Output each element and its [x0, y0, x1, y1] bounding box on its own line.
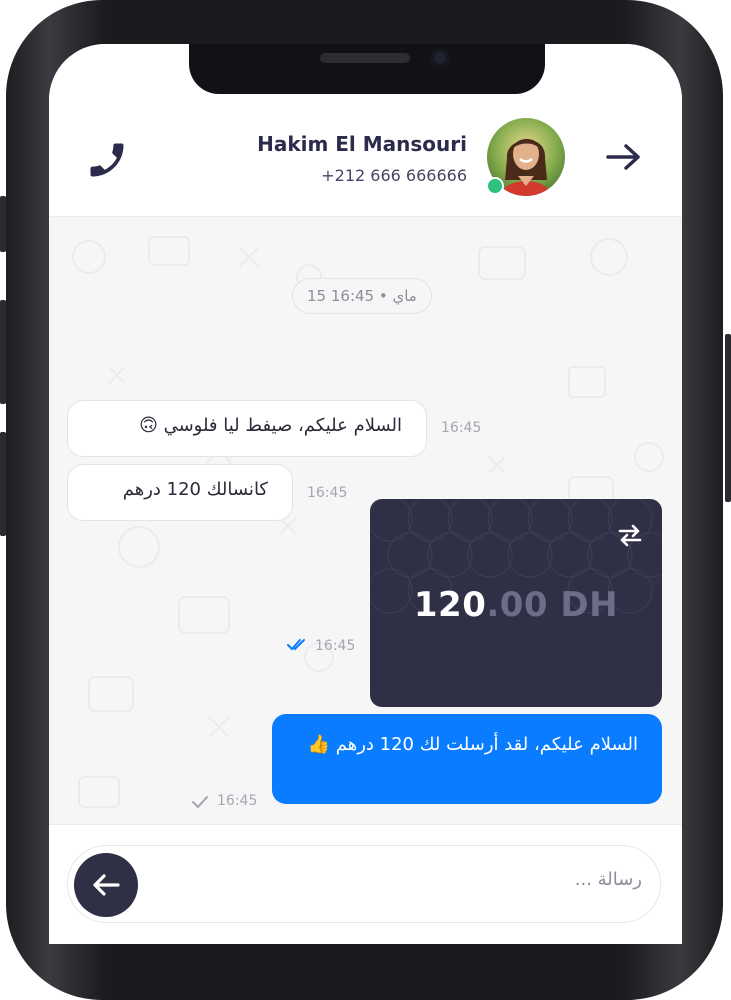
front-camera [430, 48, 450, 68]
send-button[interactable] [74, 853, 138, 917]
volume-up-button [0, 300, 6, 404]
message-input[interactable] [67, 845, 661, 923]
mute-switch [0, 196, 6, 252]
phone-screen: Hakim El Mansouri +212 666 666666 15 ماي… [49, 44, 682, 944]
arrow-right-icon[interactable] [604, 141, 644, 173]
message-time: 16:45 [441, 420, 482, 436]
money-transfer-card[interactable]: 120.00 DH [370, 499, 662, 707]
phone-notch [189, 44, 545, 94]
contact-name: Hakim El Mansouri [257, 132, 467, 156]
message-text: السلام عليكم، صيفط ليا فلوسي 🙃 [139, 415, 402, 436]
transfer-arrows-icon [618, 524, 642, 547]
message-text: كانسالك 120 درهم [122, 479, 268, 500]
message-time: 16:45 [307, 485, 348, 501]
volume-down-button [0, 432, 6, 536]
date-separator: 15 ماي • 16:45 [292, 278, 432, 314]
transfer-amount: 120.00 DH [370, 585, 662, 625]
message-list[interactable]: 15 ماي • 16:45 السلام عليكم، صيفط ليا فل… [49, 217, 682, 824]
outgoing-message-bubble[interactable]: السلام عليكم، لقد أرسلت لك 120 درهم 👍 [272, 714, 662, 804]
double-check-icon [287, 639, 305, 651]
speaker-grille [320, 53, 410, 63]
message-time: 16:45 [315, 638, 356, 654]
amount-decimals: .00 DH [486, 585, 619, 625]
phone-icon[interactable] [85, 138, 129, 182]
contact-phone: +212 666 666666 [321, 166, 467, 185]
message-time: 16:45 [217, 793, 258, 809]
incoming-message-bubble[interactable]: كانسالك 120 درهم [67, 464, 293, 521]
arrow-left-icon [93, 874, 120, 896]
amount-main: 120 [413, 585, 487, 625]
single-check-icon [192, 796, 208, 809]
power-button [725, 334, 731, 502]
message-input-placeholder: رسالة ... [574, 869, 642, 890]
message-text: السلام عليكم، لقد أرسلت لك 120 درهم 👍 [307, 734, 638, 755]
composer-bar: رسالة ... [49, 824, 682, 944]
incoming-message-bubble[interactable]: السلام عليكم، صيفط ليا فلوسي 🙃 [67, 400, 427, 457]
online-status-dot [486, 177, 504, 195]
